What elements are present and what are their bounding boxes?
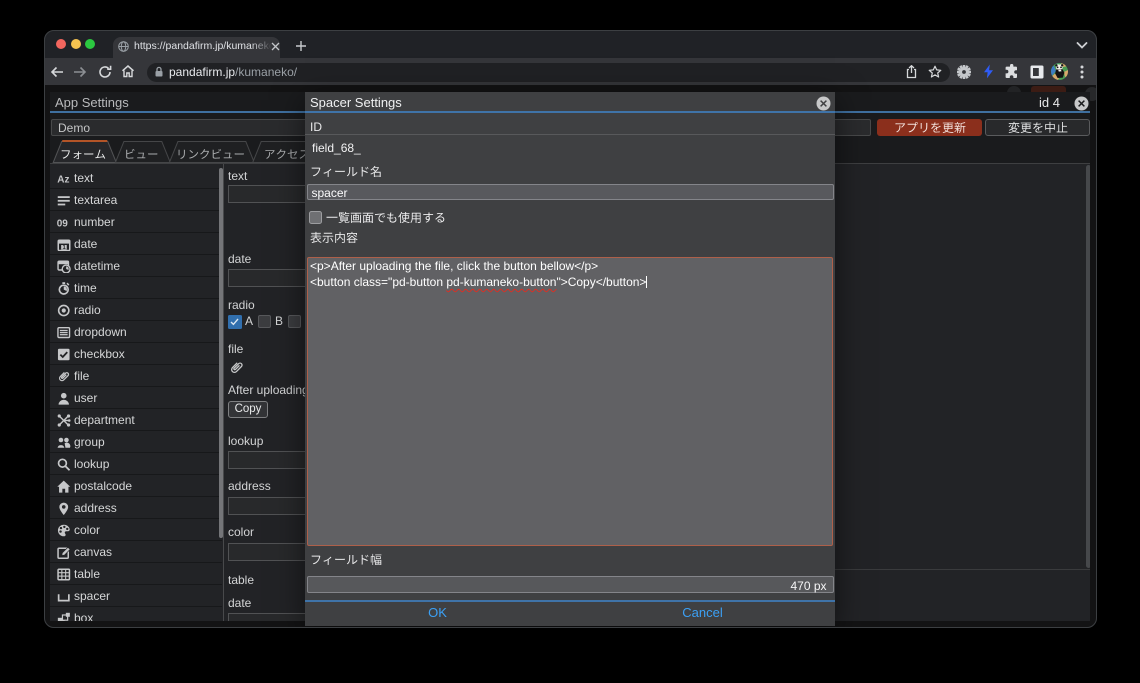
svg-text:09: 09 <box>57 218 68 229</box>
svg-text:Az: Az <box>57 174 69 185</box>
